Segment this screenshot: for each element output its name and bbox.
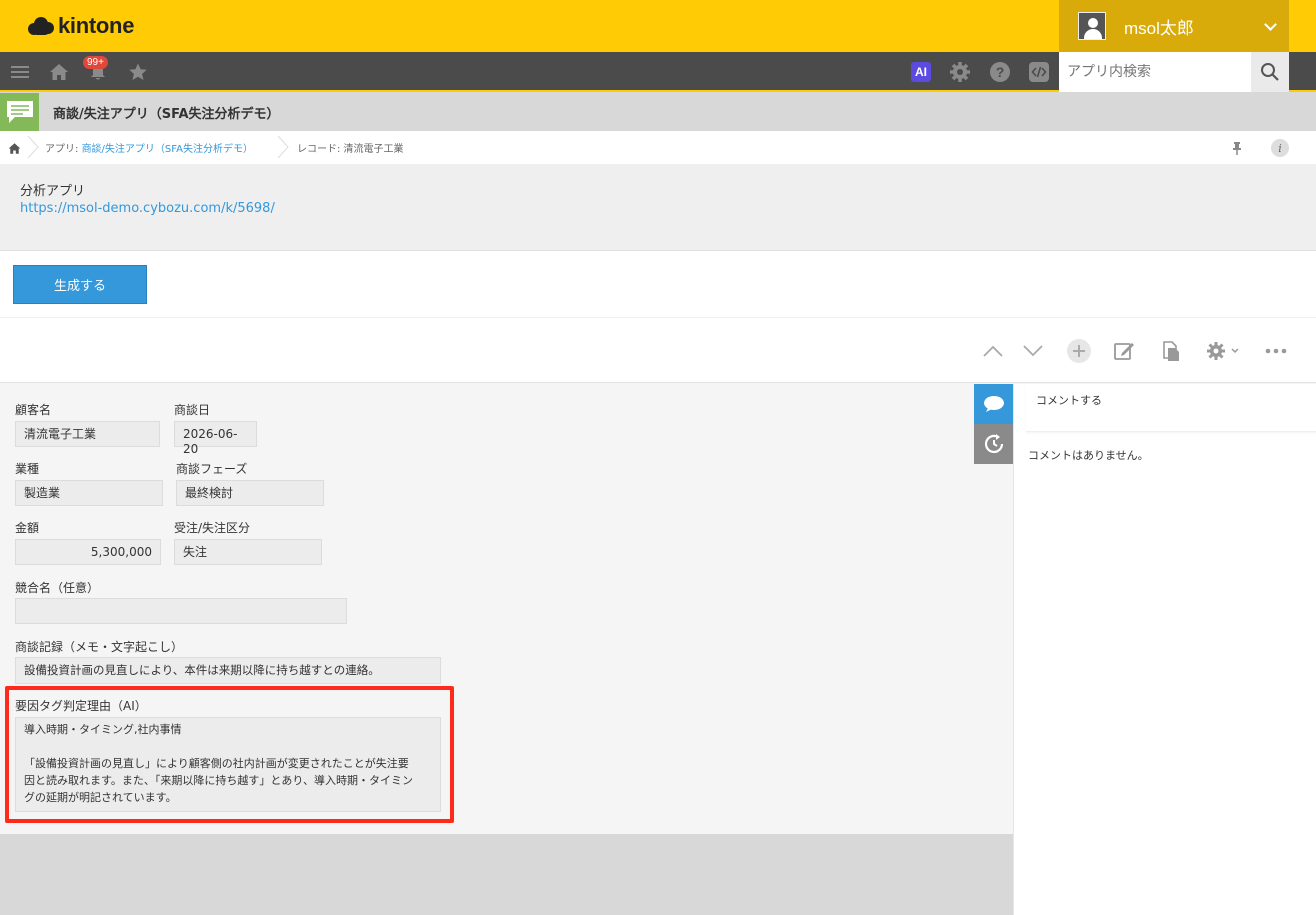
user-menu[interactable]: msol太郎 [1059,0,1289,52]
info-icon[interactable]: i [1270,138,1290,158]
duplicate-record-icon[interactable] [1156,336,1186,366]
breadcrumb: アプリ: 商談/失注アプリ（SFA失注分析デモ） レコード: 清流電子工業 i [0,131,1316,164]
phase-field: 最終検討 [176,480,324,506]
app-search-input[interactable] [1059,52,1251,92]
notes-field: 設備投資計画の見直しにより、本件は来期以降に持ち越すとの連絡。 [15,657,441,684]
amount-field: 5,300,000 [15,539,161,565]
comments-panel: コメントする コメントはありません。 [1013,384,1316,915]
customer-field: 清流電子工業 [15,421,160,447]
result-field: 失注 [174,539,322,565]
code-icon[interactable] [1021,52,1057,92]
competitor-label: 競合名（任意） [15,581,100,595]
top-header: kintone msol太郎 [0,0,1316,52]
user-name: msol太郎 [1124,18,1194,38]
generate-button[interactable]: 生成する [13,265,147,304]
record-toolbar [0,318,1316,383]
star-icon[interactable] [120,52,156,92]
breadcrumb-app: アプリ: 商談/失注アプリ（SFA失注分析デモ） [45,140,253,155]
history-tab-icon[interactable] [974,424,1013,464]
date-field: 2026-06-20 [174,421,257,456]
gear-icon[interactable] [942,52,978,92]
previous-record-icon[interactable] [978,336,1008,366]
comment-tab-icon[interactable] [974,384,1013,424]
breadcrumb-separator [27,136,39,158]
help-icon[interactable]: ? [982,52,1018,92]
pin-icon[interactable] [1227,138,1247,158]
record-header-space: 分析アプリ https://msol-demo.cybozu.com/k/569… [0,164,1316,251]
home-icon[interactable] [41,52,77,92]
highlight-box [5,686,454,823]
avatar [1078,12,1106,40]
result-label: 受注/失注区分 [174,521,251,535]
amount-label: 金額 [15,521,40,535]
chevron-down-icon [1264,18,1277,31]
side-panel-tabs [974,384,1013,464]
more-options-icon[interactable] [1261,336,1291,366]
add-record-icon[interactable] [1064,336,1094,366]
phase-label: 商談フェーズ [176,462,248,476]
form-footer-space [0,834,1013,915]
analysis-app-link[interactable]: https://msol-demo.cybozu.com/k/5698/ [20,201,275,216]
edit-record-icon[interactable] [1109,336,1139,366]
breadcrumb-home-icon[interactable] [4,138,24,158]
breadcrumb-app-prefix: アプリ: [45,144,82,155]
comment-input[interactable]: コメントする [1026,384,1316,432]
svg-text:?: ? [996,64,1005,80]
app-speech-bubble-icon [0,93,39,131]
app-title: 商談/失注アプリ（SFA失注分析デモ） [53,107,280,122]
search-icon[interactable] [1251,52,1289,92]
industry-label: 業種 [15,462,40,476]
ai-icon[interactable]: AI [903,52,939,92]
date-label: 商談日 [174,403,211,417]
analysis-app-label: 分析アプリ [20,184,86,199]
notes-label: 商談記録（メモ・文字起こし） [15,640,184,654]
logo-text: kintone [58,13,135,38]
record-settings-icon[interactable] [1201,336,1245,366]
kintone-logo[interactable]: kintone [28,12,134,40]
competitor-field [15,598,347,624]
global-nav: 99+ AI ? [0,52,1316,92]
no-comments-text: コメントはありません。 [1028,449,1149,462]
breadcrumb-app-link[interactable]: 商談/失注アプリ（SFA失注分析デモ） [82,144,253,155]
button-space: 生成する [0,251,1316,318]
cloud-icon [28,17,54,35]
industry-field: 製造業 [15,480,163,506]
breadcrumb-separator [277,136,289,158]
customer-label: 顧客名 [15,403,52,417]
next-record-icon[interactable] [1018,336,1048,366]
app-header: 商談/失注アプリ（SFA失注分析デモ） [0,92,1316,131]
breadcrumb-record: レコード: 清流電子工業 [297,144,404,155]
menu-icon[interactable] [2,52,38,92]
notification-badge: 99+ [83,56,108,69]
